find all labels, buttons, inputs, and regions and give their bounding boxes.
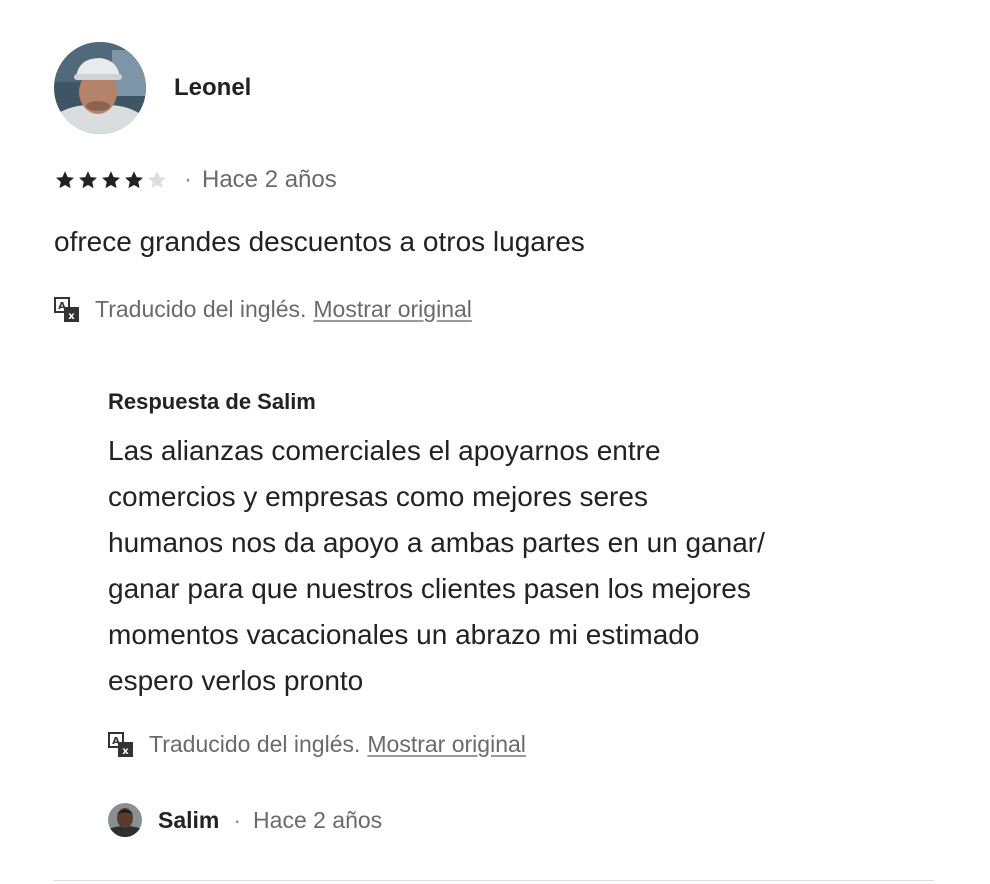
- reviewer-name[interactable]: Leonel: [174, 74, 251, 102]
- review-card: Leonel · Hace 2 años ofrece grandes desc…: [0, 0, 990, 884]
- review-date: Hace 2 años: [202, 166, 337, 193]
- review-text: ofrece grandes descuentos a otros lugare…: [54, 226, 585, 257]
- translation-text: Traducido del inglés.: [149, 731, 361, 757]
- translation-text: Traducido del inglés.: [95, 296, 307, 322]
- host-signature: Salim · Hace 2 años: [108, 802, 382, 838]
- svg-text:x: x: [68, 311, 75, 322]
- translate-icon: A x: [108, 731, 133, 757]
- response-line: comercios y empresas como mejores seres: [108, 481, 648, 512]
- response-title: Respuesta de Salim: [108, 389, 316, 414]
- host-photo: [108, 803, 142, 837]
- reviewer-photo: [54, 42, 146, 134]
- star-icon: [102, 171, 120, 189]
- reviewer-avatar[interactable]: [54, 42, 146, 134]
- show-original-link[interactable]: Mostrar original: [313, 296, 472, 323]
- star-rating: [54, 169, 168, 191]
- host-meta-separator: ·: [233, 806, 242, 833]
- svg-text:x: x: [122, 746, 129, 757]
- response-date: Hace 2 años: [253, 806, 383, 833]
- star-icon: [79, 171, 97, 189]
- meta-separator: ·: [184, 166, 192, 193]
- response-line: momentos vacacionales un abrazo mi estim…: [108, 619, 700, 650]
- rating-date-row: · Hace 2 años: [54, 164, 337, 196]
- star-empty-icon: [148, 171, 166, 189]
- response-line: humanos nos da apoyo a ambas partes en u…: [108, 527, 765, 558]
- reviewer-header: Leonel: [54, 42, 251, 134]
- host-name[interactable]: Salim: [158, 807, 219, 834]
- response-body: Las alianzas comerciales el apoyarnos en…: [108, 428, 908, 704]
- divider: [54, 880, 934, 881]
- star-icon: [125, 171, 143, 189]
- show-original-link[interactable]: Mostrar original: [367, 731, 526, 758]
- response-line: espero verlos pronto: [108, 665, 364, 696]
- response-translation-note: A x Traducido del inglés. Mostrar origin…: [108, 731, 526, 758]
- translate-icon: A x: [54, 296, 79, 322]
- response-line: ganar para que nuestros clientes pasen l…: [108, 573, 751, 604]
- host-avatar[interactable]: [108, 803, 142, 837]
- review-translation-note: A x Traducido del inglés. Mostrar origin…: [54, 296, 472, 323]
- response-line: Las alianzas comerciales el apoyarnos en…: [108, 435, 661, 466]
- star-icon: [56, 171, 74, 189]
